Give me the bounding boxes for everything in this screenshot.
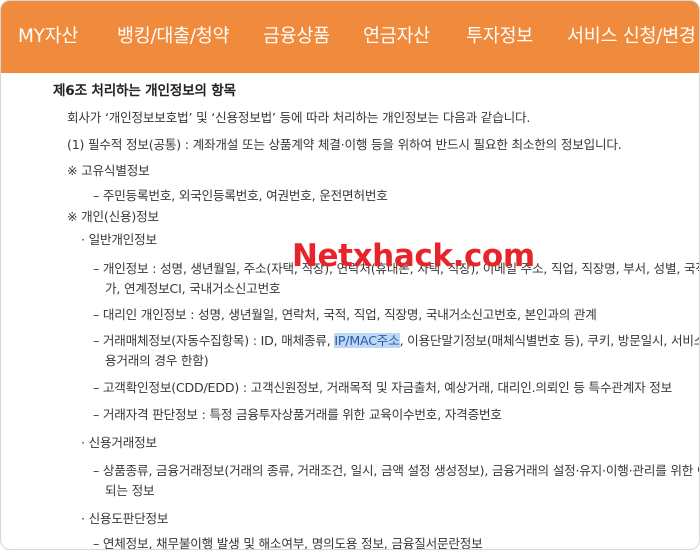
credit-trade-info-line-1: – 상품종류, 금융거래정보(거래의 종류, 거래조건, 일시, 금액 설정 생… bbox=[93, 463, 700, 478]
nav-item-investment-info[interactable]: 투자정보 bbox=[466, 1, 533, 73]
personal-credit-heading: ※ 개인(신용)정보 bbox=[67, 209, 159, 224]
nav-item-banking-loans[interactable]: 뱅킹/대출/청약 bbox=[117, 1, 229, 73]
credit-judgment-info-heading: · 신용도판단정보 bbox=[81, 511, 169, 526]
selected-ip-mac-text: IP/MAC주소 bbox=[334, 333, 400, 348]
nav-item-pension-assets[interactable]: 연금자산 bbox=[363, 1, 430, 73]
nav-item-my-assets[interactable]: MY자산 bbox=[18, 1, 78, 73]
trade-media-info-text-b: , 이용단말기정보(매체식별번호 등), 쿠키, 방문일시, 서비스 bbox=[399, 333, 700, 348]
customer-due-diligence-info: – 고객확인정보(CDD/EDD) : 고객신원정보, 거래목적 및 자금출처,… bbox=[93, 380, 673, 395]
agent-personal-info: – 대리인 개인정보 : 성명, 생년월일, 연락처, 국적, 직업, 직장명,… bbox=[93, 307, 597, 322]
browser-page: MY자산 뱅킹/대출/청약 금융상품 연금자산 투자정보 서비스 신청/변경 제… bbox=[0, 0, 700, 550]
general-personal-info-heading: · 일반개인정보 bbox=[81, 232, 157, 247]
trade-media-info-line-1: – 거래매체정보(자동수집항목) : ID, 매체종류, IP/MAC주소, 이… bbox=[93, 332, 700, 350]
trade-media-info-line-2: 용거래의 경우 한함) bbox=[105, 353, 209, 368]
unique-id-heading: ※ 고유식별정보 bbox=[67, 163, 150, 178]
credit-trade-info-heading: · 신용거래정보 bbox=[81, 435, 157, 450]
top-navigation-bar: MY자산 뱅킹/대출/청약 금융상품 연금자산 투자정보 서비스 신청/변경 bbox=[1, 1, 699, 73]
credit-trade-info-line-2: 되는 정보 bbox=[105, 483, 155, 498]
privacy-policy-content: 제6조 처리하는 개인정보의 항목 회사가 ‘개인정보보호법’ 및 ‘신용정보법… bbox=[1, 73, 700, 550]
nav-item-service-application[interactable]: 서비스 신청/변경 bbox=[567, 1, 696, 73]
personal-info-line-2: 가, 연계정보CI, 국내거소신고번호 bbox=[105, 281, 281, 296]
unique-id-item: – 주민등록번호, 외국인등록번호, 여권번호, 운전면허번호 bbox=[93, 188, 388, 203]
article-title: 제6조 처리하는 개인정보의 항목 bbox=[53, 83, 236, 99]
credit-judgment-info-line-1: – 연체정보, 채무불이행 발생 및 해소여부, 명의도용 정보, 금융질서문란… bbox=[93, 536, 483, 550]
nav-item-financial-products[interactable]: 금융상품 bbox=[263, 1, 330, 73]
trade-media-info-text-a: – 거래매체정보(자동수집항목) : ID, 매체종류, bbox=[93, 333, 335, 348]
section-required-info: (1) 필수적 정보(공통) : 계좌개설 또는 상품계약 체결·이행 등을 위… bbox=[67, 137, 622, 152]
watermark-text: Netxhack.com bbox=[292, 238, 535, 274]
article-intro: 회사가 ‘개인정보보호법’ 및 ‘신용정보법’ 등에 따라 처리하는 개인정보는… bbox=[67, 110, 531, 125]
trade-qualification-info: – 거래자격 판단정보 : 특정 금융투자상품거래를 위한 교육이수번호, 자격… bbox=[93, 407, 502, 422]
